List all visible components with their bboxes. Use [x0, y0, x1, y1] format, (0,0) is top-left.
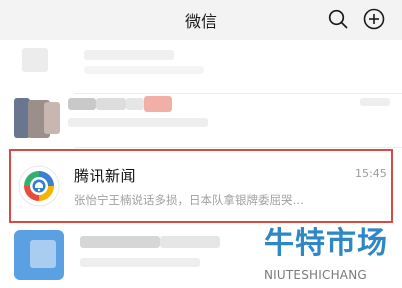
tencent-news-logo-icon	[18, 165, 60, 207]
blurred-text	[84, 66, 204, 74]
blurred-text	[80, 258, 200, 267]
blurred-text	[68, 118, 208, 127]
blurred-avatar	[30, 240, 56, 268]
watermark-chinese: 牛特市场	[264, 226, 388, 261]
chat-row-tencent-news[interactable]	[9, 149, 393, 223]
tencent-news-logo	[18, 165, 60, 207]
add-button[interactable]	[362, 7, 386, 31]
search-icon	[328, 9, 348, 29]
divider	[74, 147, 402, 148]
search-button[interactable]	[326, 7, 350, 31]
blurred-text	[96, 98, 126, 110]
chat-row-blurred[interactable]	[0, 40, 402, 94]
watermark-english: NIUTESHICHANG	[264, 268, 367, 282]
blurred-time	[360, 98, 390, 106]
blurred-text	[68, 98, 96, 110]
chat-preview: 张怡宁王楠说话多损，日本队拿银牌委屈哭…	[74, 193, 304, 207]
chat-name: 腾讯新闻	[74, 167, 137, 185]
blurred-avatar	[44, 102, 60, 134]
chat-row-blurred[interactable]	[0, 94, 402, 148]
top-bar: 微信	[0, 0, 402, 40]
blurred-text	[84, 50, 174, 60]
chat-time: 15:45	[355, 167, 387, 180]
plus-circle-icon	[363, 8, 385, 30]
blurred-text	[126, 98, 144, 110]
blurred-text	[144, 96, 172, 112]
blurred-avatar	[22, 48, 48, 72]
blurred-text	[160, 236, 220, 248]
blurred-text	[80, 236, 160, 248]
